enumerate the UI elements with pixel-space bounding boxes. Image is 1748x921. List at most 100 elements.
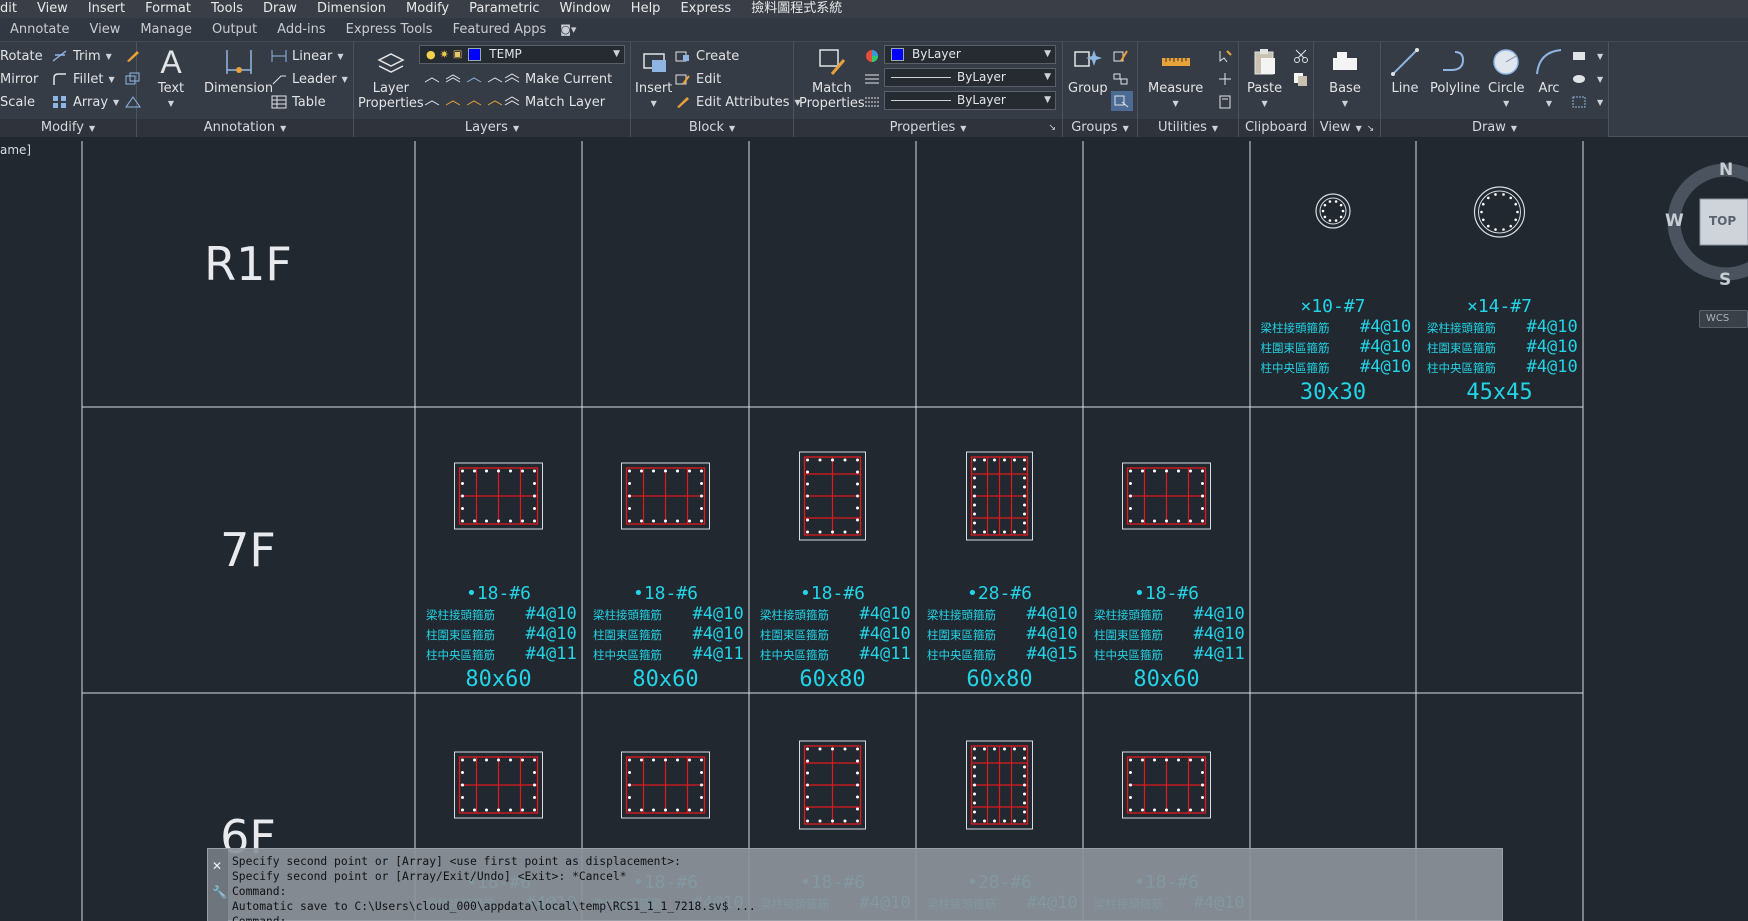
layer-freeze-icon[interactable] bbox=[466, 72, 482, 86]
ribbon-tab-express-tools[interactable]: Express Tools bbox=[336, 18, 443, 42]
utilities-panel-title[interactable]: Utilities ▼ bbox=[1138, 119, 1238, 137]
linetype-dropdown[interactable]: ByLayer ▼ bbox=[884, 68, 1056, 87]
circle-button[interactable]: Circle ▼ bbox=[1488, 46, 1525, 111]
line-button[interactable]: Line bbox=[1389, 46, 1421, 96]
create-block-button[interactable]: Create bbox=[675, 46, 739, 66]
menu-item-5[interactable]: Draw bbox=[253, 0, 307, 18]
ribbon-tab-manage[interactable]: Manage bbox=[130, 18, 202, 42]
text-button[interactable]: A Text ▼ bbox=[155, 46, 187, 111]
rotate-button[interactable]: Rotate bbox=[0, 46, 43, 66]
layer-off-icon[interactable] bbox=[424, 72, 440, 86]
menu-item-10[interactable]: Help bbox=[621, 0, 671, 18]
match-layer-button[interactable]: Match Layer bbox=[504, 92, 605, 112]
calculator-tool[interactable] bbox=[1217, 92, 1238, 112]
mirror-button[interactable]: Mirror bbox=[0, 69, 38, 89]
command-line-window[interactable]: ✕ 🔧 Specify second point or [Array] <use… bbox=[207, 848, 1503, 921]
layer-properties-button[interactable]: Layer Properties bbox=[358, 46, 424, 111]
menu-item-7[interactable]: Modify bbox=[396, 0, 459, 18]
linetype-icon[interactable] bbox=[864, 69, 885, 89]
viewcube-top-face[interactable]: TOP bbox=[1709, 214, 1736, 228]
panel-launcher-icon[interactable]: ↘ bbox=[1048, 119, 1056, 137]
ungroup-tool[interactable] bbox=[1113, 69, 1134, 89]
copy-clip-tool[interactable] bbox=[1293, 69, 1314, 89]
base-button[interactable]: Base ▼ bbox=[1329, 46, 1361, 111]
layer-merge-icon[interactable] bbox=[445, 95, 461, 109]
layer-unlock-icon[interactable] bbox=[487, 95, 503, 109]
view-cube[interactable]: N W S TOP bbox=[1663, 160, 1748, 323]
menu-item-0[interactable]: dit bbox=[0, 0, 27, 18]
edit-block-button[interactable]: Edit bbox=[675, 69, 721, 89]
column-schedule-drawing[interactable]: R1F7F6F×10-#7梁柱接頭箍筋 #4@10柱圍束區箍筋 #4@10柱中央區箍… bbox=[0, 137, 1748, 921]
clipboard-panel-title[interactable]: Clipboard bbox=[1239, 119, 1313, 137]
rebar-dot bbox=[973, 467, 976, 471]
edit-attributes-button[interactable]: Edit Attributes ▼ bbox=[675, 92, 801, 112]
menu-item-6[interactable]: Dimension bbox=[307, 0, 396, 18]
rectangle-tool[interactable]: ▼ bbox=[1571, 46, 1603, 66]
ribbon-tab-annotate[interactable]: Annotate bbox=[0, 18, 79, 42]
id-point-tool[interactable] bbox=[1217, 69, 1238, 89]
trim-button[interactable]: Trim ▼ bbox=[52, 46, 112, 66]
lineweight-dropdown[interactable]: ByLayer ▼ bbox=[884, 91, 1056, 110]
arc-button[interactable]: Arc ▼ bbox=[1533, 46, 1565, 111]
wrench-icon[interactable]: 🔧 bbox=[212, 885, 227, 899]
layer-dropdown[interactable]: ● ✷ ▣ TEMP ▼ bbox=[419, 45, 625, 64]
table-button[interactable]: Table bbox=[271, 92, 326, 112]
close-icon[interactable]: ✕ bbox=[212, 859, 222, 873]
lineweight-icon[interactable] bbox=[864, 92, 885, 112]
view-panel-title[interactable]: View ▼ ↘ bbox=[1314, 119, 1380, 137]
layer-thaw-icon[interactable] bbox=[466, 95, 482, 109]
array-button[interactable]: Array ▼ bbox=[52, 92, 119, 112]
group-button[interactable]: Group bbox=[1068, 46, 1108, 96]
color-dropdown[interactable]: ByLayer ▼ bbox=[884, 45, 1056, 64]
polyline-button[interactable]: Polyline bbox=[1430, 46, 1480, 96]
fillet-button[interactable]: Fillet ▼ bbox=[52, 69, 115, 89]
color-wheel-icon[interactable] bbox=[864, 46, 885, 66]
menu-item-1[interactable]: View bbox=[27, 0, 78, 18]
group-select-toggle[interactable] bbox=[1111, 91, 1133, 111]
menu-item-3[interactable]: Format bbox=[135, 0, 201, 18]
insert-button[interactable]: Insert ▼ bbox=[635, 46, 672, 111]
group-edit-tool[interactable] bbox=[1113, 46, 1134, 66]
ribbon-tab-view[interactable]: View bbox=[79, 18, 130, 42]
ribbon-tab-featured-apps[interactable]: Featured Apps bbox=[443, 18, 557, 42]
measure-button[interactable]: Measure ▼ bbox=[1148, 46, 1203, 111]
drawing-canvas[interactable]: ame] R1F 7F 6F ×10-#7 梁柱接頭箍筋 #4@10 柱圍束區箍筋 #4@10… bbox=[0, 137, 1748, 921]
linear-button[interactable]: Linear ▼ bbox=[271, 46, 344, 66]
menu-item-8[interactable]: Parametric bbox=[459, 0, 549, 18]
scale-button[interactable]: Scale bbox=[0, 92, 35, 112]
rebar-dot bbox=[856, 518, 859, 522]
menu-item-12[interactable]: 撿料圖程式系統 bbox=[741, 0, 852, 18]
menu-item-11[interactable]: Express bbox=[670, 0, 741, 18]
ribbon-tab-add-ins[interactable]: Add-ins bbox=[267, 18, 335, 42]
block-panel-title[interactable]: Block ▼ bbox=[631, 119, 793, 137]
wcs-menu[interactable]: WCS bbox=[1699, 310, 1748, 328]
paste-button[interactable]: Paste ▼ bbox=[1247, 46, 1282, 111]
layers-panel-title[interactable]: Layers ▼ bbox=[354, 119, 630, 137]
boundary-tool[interactable]: ▼ bbox=[1571, 92, 1603, 112]
compass-west[interactable]: W bbox=[1665, 211, 1684, 231]
quick-select-tool[interactable] bbox=[1217, 46, 1238, 66]
make-current-button[interactable]: Make Current bbox=[504, 69, 612, 89]
ribbon-options-icon[interactable]: ◙▾ bbox=[556, 23, 580, 36]
panel-launcher-icon[interactable]: ↘ bbox=[1367, 124, 1375, 134]
modify-panel-title[interactable]: Modify ▼ bbox=[0, 119, 136, 137]
draw-panel-title[interactable]: Draw ▼ bbox=[1381, 119, 1608, 137]
dimension-button[interactable]: Dimension bbox=[204, 46, 273, 96]
menu-item-9[interactable]: Window bbox=[550, 0, 621, 18]
layer-lock-icon[interactable] bbox=[487, 72, 503, 86]
layer-walk-icon[interactable] bbox=[424, 95, 440, 109]
properties-panel-title[interactable]: Properties ▼ ↘ bbox=[794, 119, 1062, 137]
groups-panel-title[interactable]: Groups ▼ bbox=[1063, 119, 1137, 137]
menu-item-4[interactable]: Tools bbox=[201, 0, 253, 18]
cut-tool[interactable] bbox=[1293, 46, 1314, 66]
ribbon-tab-output[interactable]: Output bbox=[202, 18, 267, 42]
menu-item-2[interactable]: Insert bbox=[78, 0, 135, 18]
compass-south[interactable]: S bbox=[1719, 270, 1731, 290]
annotation-panel-title[interactable]: Annotation ▼ bbox=[137, 119, 353, 137]
hatch-tool[interactable]: ▼ bbox=[1571, 69, 1603, 89]
compass-north[interactable]: N bbox=[1719, 160, 1733, 180]
match-properties-button[interactable]: Match Properties bbox=[799, 46, 865, 111]
command-line-handle[interactable]: ✕ 🔧 bbox=[208, 849, 228, 921]
leader-button[interactable]: Leader ▼ bbox=[271, 69, 348, 89]
layer-isolate-icon[interactable] bbox=[445, 72, 461, 86]
